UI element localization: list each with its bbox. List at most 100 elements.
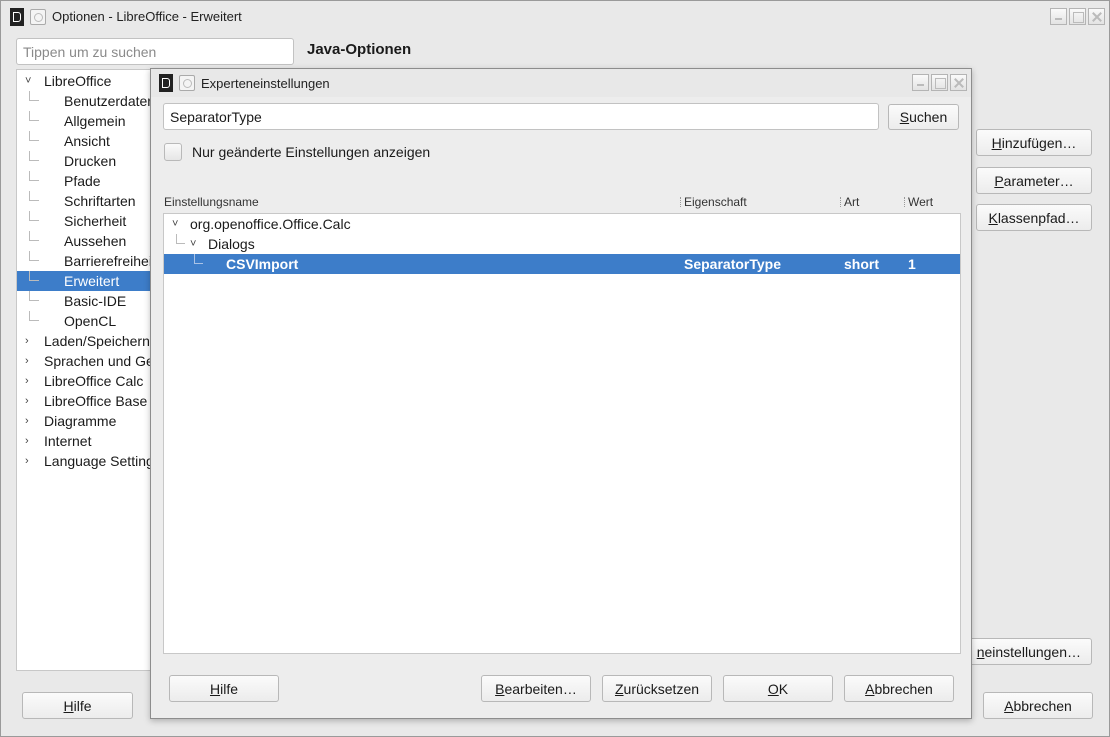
dialog-cancel-button-label: Abbrechen [865, 680, 933, 697]
tree-item[interactable]: › Internet [17, 431, 153, 451]
tree-connector-line [29, 231, 39, 241]
column-separator[interactable] [904, 197, 905, 207]
tree-item[interactable]: Benutzerdaten [17, 91, 154, 111]
column-header-type[interactable]: Art [844, 191, 859, 213]
tree-item-label: Allgemein [64, 113, 126, 129]
tree-item[interactable]: Allgemein [17, 111, 153, 131]
tree-connector-line [29, 271, 39, 281]
minimize-icon[interactable] [912, 74, 929, 91]
tree-item-label: Basic-IDE [64, 293, 127, 309]
chevron-down-icon[interactable]: ˅ [172, 214, 178, 234]
maximize-icon[interactable] [1069, 8, 1086, 25]
settings-row[interactable]: CSVImport SeparatorType short 1 [164, 254, 960, 274]
tree-item[interactable]: › LibreOffice Calc [17, 371, 153, 391]
tree-item[interactable]: Pfade [17, 171, 153, 191]
ok-button[interactable]: OK [723, 675, 833, 702]
classpath-button-label: Klassenpfad… [988, 209, 1080, 226]
chevron-right-icon[interactable]: › [25, 351, 29, 371]
setting-name-cell: Dialogs [208, 236, 255, 252]
dialog-cancel-button[interactable]: Abbrechen [844, 675, 954, 702]
chevron-right-icon[interactable]: › [25, 331, 29, 351]
tree-item-label: Drucken [64, 153, 117, 169]
edit-button[interactable]: Bearbeiten… [481, 675, 591, 702]
tree-item[interactable]: › Sprachen und Gebietsschemata [17, 351, 153, 371]
parameters-button-label: Parameter… [994, 172, 1074, 189]
pin-icon[interactable] [30, 8, 46, 25]
setting-name-cell: CSVImport [226, 256, 299, 272]
tree-connector-line [29, 151, 39, 161]
chevron-right-icon[interactable]: › [25, 391, 29, 411]
expert-dialog-titlebar[interactable]: Experteneinstellungen [151, 69, 971, 97]
tree-item[interactable]: Aussehen [17, 231, 153, 251]
expert-config-button-label: neinstellungen… [976, 643, 1081, 660]
pin-icon[interactable] [179, 75, 195, 91]
setting-type-cell: short [844, 256, 879, 272]
tree-item[interactable]: Drucken [17, 151, 153, 171]
add-button[interactable]: Hinzufügen… [976, 129, 1092, 156]
tree-item-label: Ansicht [64, 133, 110, 149]
expert-search-input[interactable] [163, 103, 879, 130]
settings-row[interactable]: ˅ Dialogs [164, 234, 960, 254]
settings-row[interactable]: ˅ org.openoffice.Office.Calc [164, 214, 960, 234]
minimize-icon[interactable] [1050, 8, 1067, 25]
tree-connector-line [29, 171, 39, 181]
tree-connector-line [29, 191, 39, 201]
dialog-help-button-label: Hilfe [209, 680, 239, 697]
tree-item[interactable]: OpenCL [17, 311, 153, 331]
tree-item-label: Erweitert [64, 273, 120, 289]
chevron-right-icon[interactable]: › [25, 371, 29, 391]
tree-item[interactable]: ˅ LibreOffice [17, 71, 153, 91]
outer-help-button[interactable]: Hilfe [22, 692, 133, 719]
options-tree[interactable]: ˅ LibreOffice Benutzerdaten Allgemein Ansich… [16, 69, 154, 671]
tree-item-label: Aussehen [64, 233, 127, 249]
reset-button-label: Zurücksetzen [614, 680, 700, 697]
chevron-down-icon[interactable]: ˅ [25, 71, 31, 91]
tree-connector-line [29, 291, 39, 301]
tree-connector-line [29, 251, 39, 261]
java-options-heading: Java-Optionen [307, 41, 412, 58]
tree-item-label: Pfade [64, 173, 101, 189]
options-titlebar[interactable]: Optionen - LibreOffice - Erweitert [1, 1, 1109, 32]
tree-item[interactable]: › LibreOffice Base [17, 391, 153, 411]
tree-item[interactable]: Barrierefreiheit [17, 251, 153, 271]
tree-item[interactable]: › Laden/Speichern [17, 331, 153, 351]
expert-dialog-title: Experteneinstellungen [201, 75, 330, 91]
tree-item[interactable]: Basic-IDE [17, 291, 153, 311]
tree-item-label: Diagramme [44, 413, 117, 429]
column-header-name[interactable]: Einstellungsname [164, 191, 259, 213]
chevron-down-icon[interactable]: ˅ [190, 234, 196, 254]
tree-item[interactable]: Erweitert [17, 271, 153, 291]
only-modified-checkbox[interactable] [164, 143, 182, 161]
chevron-right-icon[interactable]: › [25, 431, 29, 451]
tree-item-label: LibreOffice Base [44, 393, 148, 409]
only-modified-label[interactable]: Nur geänderte Einstellungen anzeigen [192, 144, 430, 160]
settings-grid-body[interactable]: ˅ org.openoffice.Office.Calc ˅ Dialogs CSVIm… [163, 213, 961, 654]
column-separator[interactable] [840, 197, 841, 207]
tree-item[interactable]: Sicherheit [17, 211, 153, 231]
add-button-label: Hinzufügen… [991, 134, 1077, 151]
close-icon[interactable] [950, 74, 967, 91]
dialog-help-button[interactable]: Hilfe [169, 675, 279, 702]
tree-item-label: Laden/Speichern [44, 333, 150, 349]
reset-button[interactable]: Zurücksetzen [602, 675, 712, 702]
search-button[interactable]: Suchen [888, 104, 959, 130]
classpath-button[interactable]: Klassenpfad… [976, 204, 1092, 231]
tree-item-label: LibreOffice [44, 73, 112, 89]
column-separator[interactable] [680, 197, 681, 207]
chevron-right-icon[interactable]: › [25, 411, 29, 431]
tree-item[interactable]: Ansicht [17, 131, 153, 151]
libreoffice-app-icon [10, 7, 24, 26]
options-search-input[interactable] [16, 38, 294, 65]
parameters-button[interactable]: Parameter… [976, 167, 1092, 194]
tree-item[interactable]: › Language Settings [17, 451, 153, 471]
column-header-value[interactable]: Wert [908, 191, 933, 213]
tree-item-label: Benutzerdaten [64, 93, 154, 109]
settings-grid: Einstellungsname Eigenschaft Art Wert ˅ o… [163, 191, 961, 654]
tree-item[interactable]: Schriftarten [17, 191, 153, 211]
close-icon[interactable] [1088, 8, 1105, 25]
chevron-right-icon[interactable]: › [25, 451, 29, 471]
maximize-icon[interactable] [931, 74, 948, 91]
column-header-property[interactable]: Eigenschaft [684, 191, 747, 213]
outer-cancel-button[interactable]: Abbrechen [983, 692, 1093, 719]
tree-item[interactable]: › Diagramme [17, 411, 153, 431]
